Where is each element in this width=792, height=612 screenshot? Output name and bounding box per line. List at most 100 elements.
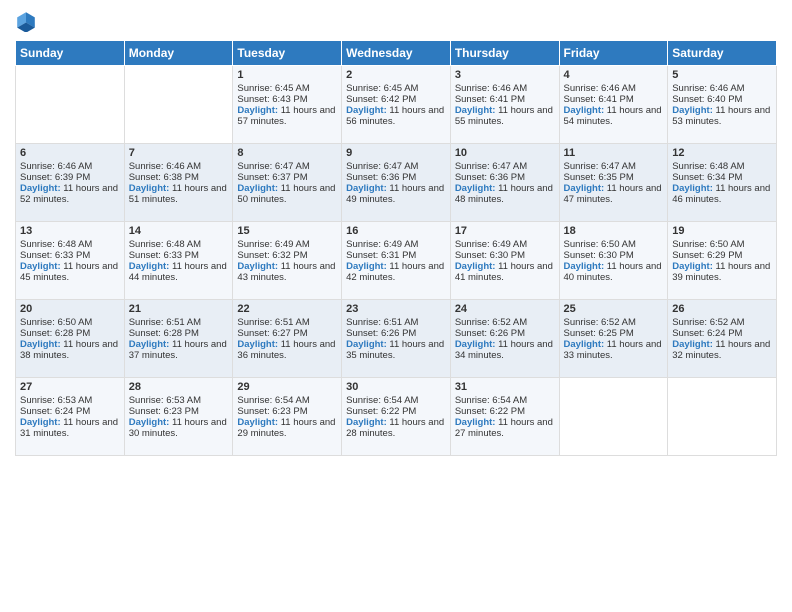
sunset-text: Sunset: 6:27 PM	[237, 328, 337, 339]
daylight-label: Daylight:	[129, 183, 172, 194]
sunset-text: Sunset: 6:30 PM	[455, 250, 555, 261]
day-number: 31	[455, 381, 555, 393]
day-number: 24	[455, 303, 555, 315]
calendar-cell: 25Sunrise: 6:52 AMSunset: 6:25 PMDayligh…	[559, 300, 668, 378]
day-number: 5	[672, 69, 772, 81]
day-number: 9	[346, 147, 446, 159]
daylight-text: Daylight: 11 hours and 37 minutes.	[129, 339, 229, 361]
calendar-cell: 14Sunrise: 6:48 AMSunset: 6:33 PMDayligh…	[124, 222, 233, 300]
sunrise-text: Sunrise: 6:51 AM	[346, 317, 446, 328]
daylight-label: Daylight:	[129, 339, 172, 350]
calendar-cell	[668, 378, 777, 456]
daylight-label: Daylight:	[129, 417, 172, 428]
daylight-label: Daylight:	[129, 261, 172, 272]
sunset-text: Sunset: 6:38 PM	[129, 172, 229, 183]
calendar-cell: 2Sunrise: 6:45 AMSunset: 6:42 PMDaylight…	[342, 66, 451, 144]
calendar-cell: 19Sunrise: 6:50 AMSunset: 6:29 PMDayligh…	[668, 222, 777, 300]
day-number: 1	[237, 69, 337, 81]
daylight-text: Daylight: 11 hours and 40 minutes.	[564, 261, 664, 283]
sunset-text: Sunset: 6:42 PM	[346, 94, 446, 105]
sunrise-text: Sunrise: 6:49 AM	[455, 239, 555, 250]
sunrise-text: Sunrise: 6:53 AM	[129, 395, 229, 406]
sunrise-text: Sunrise: 6:52 AM	[672, 317, 772, 328]
sunset-text: Sunset: 6:41 PM	[564, 94, 664, 105]
day-number: 22	[237, 303, 337, 315]
calendar-cell	[16, 66, 125, 144]
header	[15, 10, 777, 32]
daylight-label: Daylight:	[564, 105, 607, 116]
daylight-text: Daylight: 11 hours and 33 minutes.	[564, 339, 664, 361]
sunrise-text: Sunrise: 6:51 AM	[129, 317, 229, 328]
sunset-text: Sunset: 6:34 PM	[672, 172, 772, 183]
daylight-label: Daylight:	[346, 105, 389, 116]
daylight-text: Daylight: 11 hours and 36 minutes.	[237, 339, 337, 361]
day-number: 27	[20, 381, 120, 393]
sunset-text: Sunset: 6:33 PM	[129, 250, 229, 261]
sunset-text: Sunset: 6:36 PM	[346, 172, 446, 183]
calendar-cell: 17Sunrise: 6:49 AMSunset: 6:30 PMDayligh…	[450, 222, 559, 300]
sunrise-text: Sunrise: 6:54 AM	[346, 395, 446, 406]
weekday-header-saturday: Saturday	[668, 41, 777, 66]
day-number: 7	[129, 147, 229, 159]
daylight-text: Daylight: 11 hours and 56 minutes.	[346, 105, 446, 127]
sunrise-text: Sunrise: 6:48 AM	[672, 161, 772, 172]
weekday-header-sunday: Sunday	[16, 41, 125, 66]
calendar-cell: 10Sunrise: 6:47 AMSunset: 6:36 PMDayligh…	[450, 144, 559, 222]
sunset-text: Sunset: 6:29 PM	[672, 250, 772, 261]
daylight-label: Daylight:	[346, 339, 389, 350]
sunset-text: Sunset: 6:25 PM	[564, 328, 664, 339]
day-number: 10	[455, 147, 555, 159]
calendar-cell: 21Sunrise: 6:51 AMSunset: 6:28 PMDayligh…	[124, 300, 233, 378]
daylight-label: Daylight:	[346, 261, 389, 272]
daylight-text: Daylight: 11 hours and 51 minutes.	[129, 183, 229, 205]
sunset-text: Sunset: 6:43 PM	[237, 94, 337, 105]
sunrise-text: Sunrise: 6:48 AM	[129, 239, 229, 250]
sunrise-text: Sunrise: 6:47 AM	[237, 161, 337, 172]
daylight-text: Daylight: 11 hours and 45 minutes.	[20, 261, 120, 283]
daylight-text: Daylight: 11 hours and 38 minutes.	[20, 339, 120, 361]
daylight-label: Daylight:	[564, 183, 607, 194]
sunset-text: Sunset: 6:40 PM	[672, 94, 772, 105]
weekday-header-row: SundayMondayTuesdayWednesdayThursdayFrid…	[16, 41, 777, 66]
sunset-text: Sunset: 6:35 PM	[564, 172, 664, 183]
daylight-label: Daylight:	[564, 339, 607, 350]
daylight-label: Daylight:	[237, 183, 280, 194]
calendar-cell: 12Sunrise: 6:48 AMSunset: 6:34 PMDayligh…	[668, 144, 777, 222]
daylight-text: Daylight: 11 hours and 49 minutes.	[346, 183, 446, 205]
daylight-text: Daylight: 11 hours and 47 minutes.	[564, 183, 664, 205]
calendar-cell: 11Sunrise: 6:47 AMSunset: 6:35 PMDayligh…	[559, 144, 668, 222]
sunset-text: Sunset: 6:33 PM	[20, 250, 120, 261]
daylight-text: Daylight: 11 hours and 35 minutes.	[346, 339, 446, 361]
daylight-label: Daylight:	[455, 339, 498, 350]
sunset-text: Sunset: 6:23 PM	[237, 406, 337, 417]
day-number: 30	[346, 381, 446, 393]
daylight-text: Daylight: 11 hours and 48 minutes.	[455, 183, 555, 205]
day-number: 21	[129, 303, 229, 315]
calendar-cell: 27Sunrise: 6:53 AMSunset: 6:24 PMDayligh…	[16, 378, 125, 456]
sunrise-text: Sunrise: 6:49 AM	[237, 239, 337, 250]
day-number: 18	[564, 225, 664, 237]
sunrise-text: Sunrise: 6:50 AM	[672, 239, 772, 250]
daylight-text: Daylight: 11 hours and 54 minutes.	[564, 105, 664, 127]
day-number: 17	[455, 225, 555, 237]
sunrise-text: Sunrise: 6:46 AM	[455, 83, 555, 94]
sunrise-text: Sunrise: 6:50 AM	[20, 317, 120, 328]
sunrise-text: Sunrise: 6:49 AM	[346, 239, 446, 250]
calendar-cell: 3Sunrise: 6:46 AMSunset: 6:41 PMDaylight…	[450, 66, 559, 144]
calendar-cell: 7Sunrise: 6:46 AMSunset: 6:38 PMDaylight…	[124, 144, 233, 222]
calendar-cell: 6Sunrise: 6:46 AMSunset: 6:39 PMDaylight…	[16, 144, 125, 222]
calendar-cell	[559, 378, 668, 456]
sunrise-text: Sunrise: 6:54 AM	[237, 395, 337, 406]
calendar-cell: 13Sunrise: 6:48 AMSunset: 6:33 PMDayligh…	[16, 222, 125, 300]
day-number: 16	[346, 225, 446, 237]
daylight-label: Daylight:	[346, 183, 389, 194]
sunset-text: Sunset: 6:31 PM	[346, 250, 446, 261]
daylight-label: Daylight:	[455, 105, 498, 116]
daylight-label: Daylight:	[455, 417, 498, 428]
day-number: 29	[237, 381, 337, 393]
sunset-text: Sunset: 6:26 PM	[346, 328, 446, 339]
calendar-week-row: 6Sunrise: 6:46 AMSunset: 6:39 PMDaylight…	[16, 144, 777, 222]
sunrise-text: Sunrise: 6:52 AM	[564, 317, 664, 328]
weekday-header-thursday: Thursday	[450, 41, 559, 66]
sunrise-text: Sunrise: 6:47 AM	[564, 161, 664, 172]
